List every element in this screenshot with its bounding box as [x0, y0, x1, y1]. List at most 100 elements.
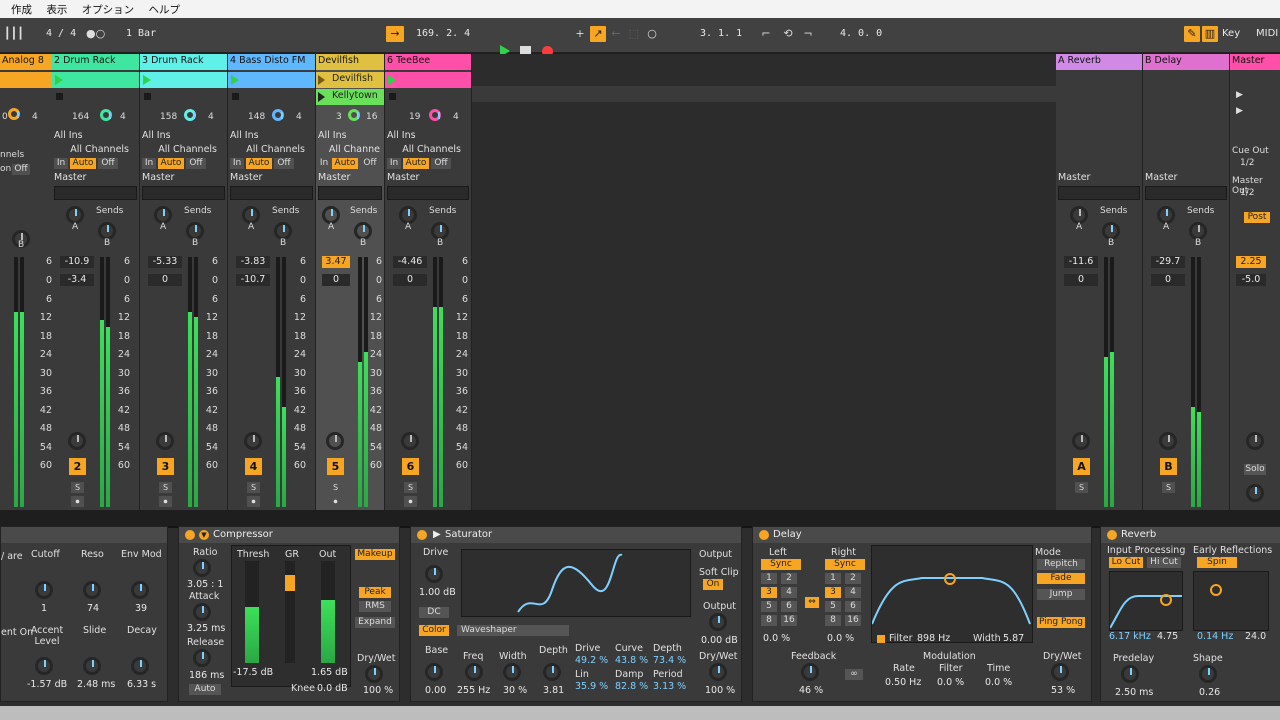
- beat-division-button[interactable]: 8: [825, 615, 841, 626]
- freeze-infinity-button[interactable]: ∞: [845, 669, 863, 680]
- param-damp-value[interactable]: 82.8 %: [615, 681, 648, 692]
- track-knob[interactable]: [184, 109, 196, 121]
- pan-knob[interactable]: [326, 432, 344, 450]
- input-type-select[interactable]: All Ins: [387, 130, 469, 142]
- input-channel[interactable]: nnels: [0, 150, 24, 160]
- input-type-select[interactable]: All Ins: [142, 130, 225, 142]
- track-activator[interactable]: 2: [69, 458, 86, 475]
- tap-tempo-icon[interactable]: ┃┃┃: [4, 26, 24, 42]
- arm-button[interactable]: ⏺: [404, 496, 417, 507]
- input-channel-select[interactable]: All Channels: [230, 144, 313, 156]
- beat-division-button[interactable]: 4: [781, 587, 797, 598]
- loop-length[interactable]: 4. 0. 0: [840, 28, 882, 39]
- track-title[interactable]: B Delay: [1143, 54, 1229, 70]
- right-beat-grid[interactable]: 1 2 3 4 5 6 8 16: [825, 573, 865, 633]
- param-depth-value[interactable]: 73.4 %: [653, 655, 686, 666]
- solo-button[interactable]: S: [1162, 482, 1175, 493]
- output-channel[interactable]: [1058, 186, 1140, 200]
- overdub-icon[interactable]: +: [572, 26, 588, 42]
- arm-button[interactable]: ⏺: [71, 496, 84, 507]
- output-channel[interactable]: [318, 186, 382, 200]
- device-power-icon[interactable]: [759, 530, 769, 540]
- clip-slot-devilfish[interactable]: Devilfish: [316, 72, 384, 88]
- beat-division-button[interactable]: 16: [845, 615, 861, 626]
- pan-knob[interactable]: [1072, 432, 1090, 450]
- volume-value[interactable]: -10.9: [60, 256, 94, 268]
- master-out-value[interactable]: 1/2: [1240, 188, 1254, 198]
- output-select[interactable]: Master: [387, 172, 469, 184]
- loop-start[interactable]: 3. 1. 1: [700, 28, 742, 39]
- param-period-value[interactable]: 3.13 %: [653, 681, 686, 692]
- soft-clip-button[interactable]: On: [703, 579, 723, 590]
- makeup-button[interactable]: Makeup: [355, 549, 395, 560]
- track-title[interactable]: Master: [1230, 54, 1280, 70]
- output-channel[interactable]: [1145, 186, 1227, 200]
- monitor-auto-button[interactable]: Auto: [403, 158, 429, 169]
- track-title[interactable]: 3 Drum Rack: [140, 54, 227, 70]
- right-sync-button[interactable]: Sync: [825, 559, 865, 570]
- clip-stop-button[interactable]: [144, 93, 151, 100]
- volume-value[interactable]: -11.6: [1064, 256, 1098, 268]
- output-channel[interactable]: [142, 186, 225, 200]
- solo-button[interactable]: S: [404, 482, 417, 493]
- beat-division-button[interactable]: 16: [781, 615, 797, 626]
- clip-slot[interactable]: [385, 72, 471, 88]
- jump-button[interactable]: Jump: [1037, 589, 1085, 600]
- dry-wet-knob[interactable]: [709, 663, 727, 681]
- beat-division-button[interactable]: 5: [761, 601, 777, 612]
- beat-division-button[interactable]: 2: [845, 573, 861, 584]
- beat-division-button[interactable]: 8: [761, 615, 777, 626]
- key-map-button[interactable]: Key: [1222, 28, 1240, 39]
- output-channel[interactable]: [230, 186, 313, 200]
- monitor-off-button[interactable]: Off: [360, 158, 380, 169]
- dc-button[interactable]: DC: [419, 607, 449, 618]
- clip-slot[interactable]: [52, 72, 139, 88]
- session-record-icon[interactable]: ○: [644, 26, 660, 42]
- fade-button[interactable]: Fade: [1037, 573, 1085, 584]
- draw-mode-icon[interactable]: ✎: [1184, 26, 1200, 42]
- depth-knob[interactable]: [543, 663, 561, 681]
- peak-button[interactable]: Peak: [359, 587, 391, 598]
- track-knob[interactable]: [100, 109, 112, 121]
- output-channel[interactable]: [54, 186, 137, 200]
- solo-button[interactable]: S: [71, 482, 84, 493]
- shape-knob[interactable]: [1199, 665, 1217, 683]
- pan-value[interactable]: 0: [322, 274, 350, 286]
- monitor-auto-button[interactable]: Auto: [158, 158, 184, 169]
- track-title[interactable]: 2 Drum Rack: [52, 54, 139, 70]
- beat-division-button[interactable]: 3: [761, 587, 777, 598]
- left-sync-button[interactable]: Sync: [761, 559, 801, 570]
- arm-button[interactable]: ⏺: [159, 496, 172, 507]
- follow-icon[interactable]: →: [386, 26, 404, 42]
- monitor-in-button[interactable]: In: [230, 158, 244, 169]
- pan-value[interactable]: 0: [1151, 274, 1185, 286]
- track-title[interactable]: A Reverb: [1056, 54, 1142, 70]
- param-curve-value[interactable]: 43.8 %: [615, 655, 648, 666]
- feedback-knob[interactable]: [801, 663, 819, 681]
- output-select[interactable]: Master: [230, 172, 313, 184]
- input-type-select[interactable]: All Ins: [54, 130, 137, 142]
- scene-launch-icon[interactable]: ▶: [1236, 90, 1243, 100]
- track-activator[interactable]: 6: [402, 458, 419, 475]
- track-knob[interactable]: [348, 109, 360, 121]
- track-speed-knob[interactable]: [8, 108, 20, 120]
- beat-division-button[interactable]: 6: [845, 601, 861, 612]
- base-knob[interactable]: [425, 663, 443, 681]
- output-select[interactable]: Master: [1145, 172, 1227, 184]
- output-channel[interactable]: [387, 186, 469, 200]
- volume-value[interactable]: -29.7: [1151, 256, 1185, 268]
- pan-knob[interactable]: [401, 432, 419, 450]
- beat-division-button[interactable]: 5: [825, 601, 841, 612]
- repitch-button[interactable]: Repitch: [1037, 559, 1085, 570]
- input-channel-select[interactable]: All Channels: [142, 144, 225, 156]
- return-a-reverb[interactable]: A Reverb Master A Sends B -11.6 0 A S: [1056, 54, 1143, 510]
- loop-icon[interactable]: ⟲: [780, 26, 796, 42]
- re-enable-automation-icon[interactable]: ←: [608, 26, 624, 42]
- track-title[interactable]: Devilfish: [316, 54, 384, 70]
- output-select[interactable]: Master: [54, 172, 137, 184]
- clip-slot[interactable]: [140, 72, 227, 88]
- monitor-in-button[interactable]: In: [142, 158, 156, 169]
- output-select[interactable]: Master: [1058, 172, 1140, 184]
- track-title[interactable]: Analog 8: [0, 54, 52, 70]
- return-b-delay[interactable]: B Delay Master A Sends B -29.7 0 B S: [1143, 54, 1230, 510]
